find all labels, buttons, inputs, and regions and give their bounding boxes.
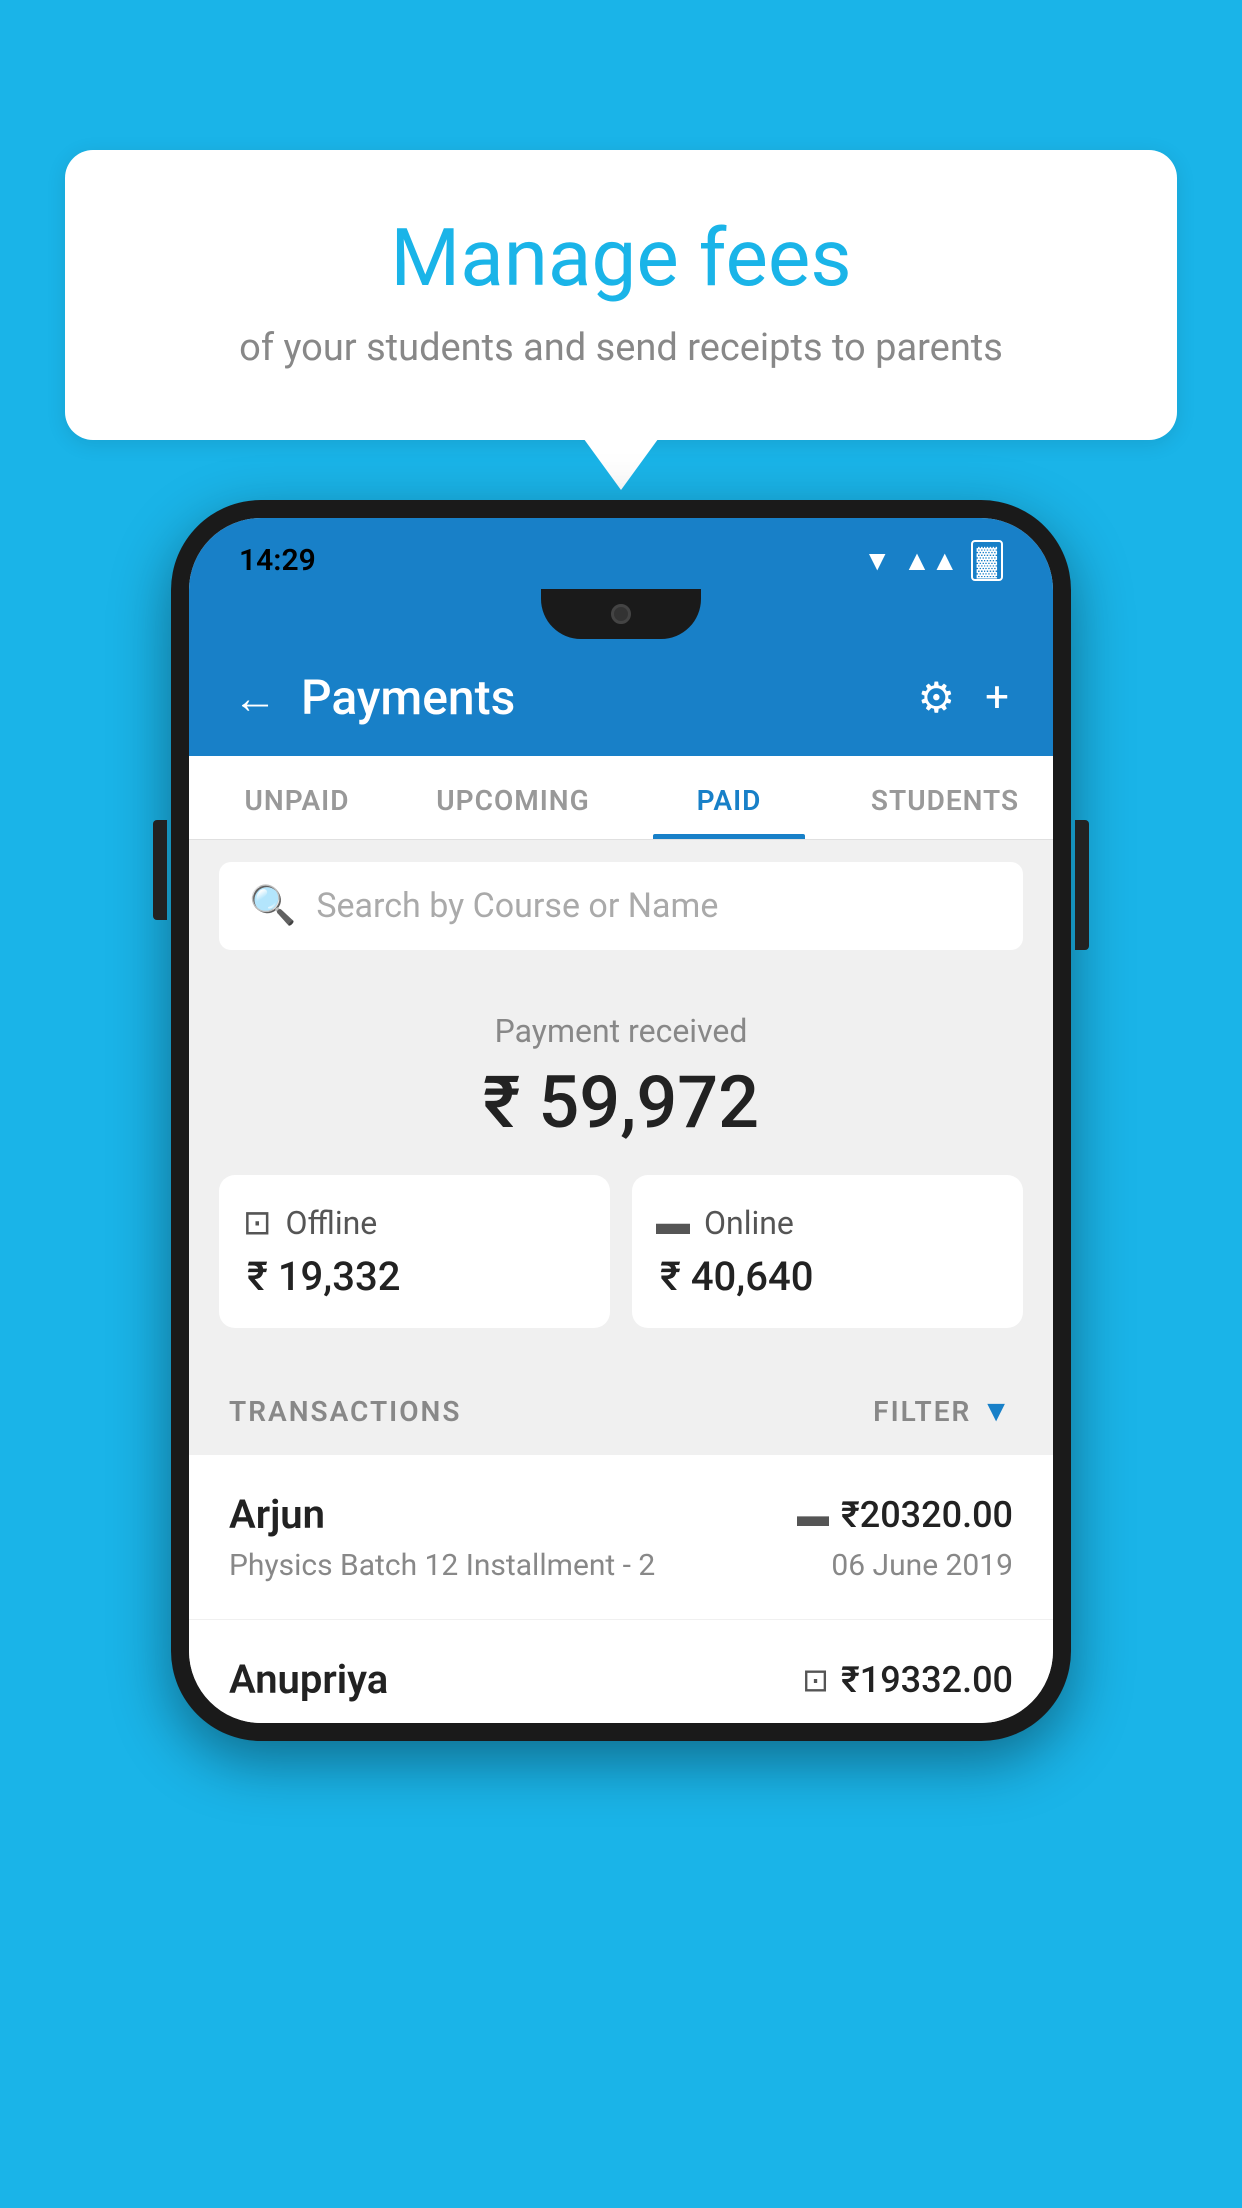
search-icon: 🔍 (249, 884, 296, 928)
tab-paid[interactable]: PAID (621, 756, 837, 839)
tab-students[interactable]: STUDENTS (837, 756, 1053, 839)
online-icon: ▬ (656, 1203, 690, 1243)
transactions-label: TRANSACTIONS (229, 1395, 461, 1428)
offline-amount: ₹ 19,332 (243, 1253, 400, 1300)
payment-card-icon: ▬ (797, 1496, 829, 1534)
status-icons: ▼ ▲▲ ▓ (863, 540, 1003, 581)
search-area: 🔍 Search by Course or Name (189, 840, 1053, 972)
transaction-course: Physics Batch 12 Installment - 2 (229, 1548, 655, 1583)
transaction-amount: ₹19332.00 (841, 1659, 1013, 1701)
transaction-amount-wrap: ⊡ ₹19332.00 (802, 1659, 1013, 1701)
payment-summary: Payment received ₹ 59,972 ⊡ Offline ₹ 19… (189, 972, 1053, 1368)
back-button[interactable]: ← (233, 672, 277, 724)
settings-icon[interactable]: ⚙ (918, 673, 956, 723)
transaction-name: Anupriya (229, 1656, 388, 1703)
bubble-subtitle: of your students and send receipts to pa… (115, 326, 1127, 370)
total-payment-amount: ₹ 59,972 (219, 1060, 1023, 1145)
phone-mockup: 14:29 ▼ ▲▲ ▓ ← Payme (171, 500, 1071, 1741)
online-label: Online (704, 1204, 794, 1242)
page-title: Payments (301, 669, 515, 726)
payment-cards: ⊡ Offline ₹ 19,332 ▬ Online ₹ 40,640 (219, 1175, 1023, 1328)
transaction-name: Arjun (229, 1491, 325, 1538)
camera-dot (611, 604, 631, 624)
online-amount: ₹ 40,640 (656, 1253, 813, 1300)
filter-button[interactable]: FILTER ▼ (873, 1394, 1013, 1429)
offline-label: Offline (286, 1204, 378, 1242)
tab-unpaid[interactable]: UNPAID (189, 756, 405, 839)
app-header: ← Payments ⚙ + (189, 639, 1053, 756)
transaction-row[interactable]: Arjun ▬ ₹20320.00 Physics Batch 12 Insta… (189, 1455, 1053, 1620)
payment-cash-icon: ⊡ (802, 1661, 829, 1699)
tab-upcoming[interactable]: UPCOMING (405, 756, 621, 839)
filter-icon: ▼ (981, 1394, 1013, 1429)
speech-bubble: Manage fees of your students and send re… (65, 150, 1177, 440)
phone-notch (541, 589, 701, 639)
status-bar-time: 14:29 (239, 543, 316, 578)
tab-bar: UNPAID UPCOMING PAID STUDENTS (189, 756, 1053, 840)
wifi-icon: ▼ (863, 544, 891, 577)
offline-payment-card: ⊡ Offline ₹ 19,332 (219, 1175, 610, 1328)
filter-label: FILTER (873, 1395, 971, 1428)
search-input[interactable]: Search by Course or Name (316, 886, 718, 926)
transaction-amount: ₹20320.00 (841, 1494, 1013, 1536)
search-bar[interactable]: 🔍 Search by Course or Name (219, 862, 1023, 950)
transaction-row[interactable]: Anupriya ⊡ ₹19332.00 (189, 1620, 1053, 1723)
transaction-date: 06 June 2019 (831, 1548, 1013, 1583)
add-button[interactable]: + (985, 673, 1009, 722)
battery-icon: ▓ (971, 540, 1003, 581)
online-payment-card: ▬ Online ₹ 40,640 (632, 1175, 1023, 1328)
bubble-title: Manage fees (115, 210, 1127, 306)
transactions-header: TRANSACTIONS FILTER ▼ (189, 1368, 1053, 1455)
payment-received-label: Payment received (219, 1012, 1023, 1050)
transaction-amount-wrap: ▬ ₹20320.00 (797, 1494, 1013, 1536)
signal-icon: ▲▲ (903, 544, 958, 577)
offline-icon: ⊡ (243, 1203, 272, 1243)
